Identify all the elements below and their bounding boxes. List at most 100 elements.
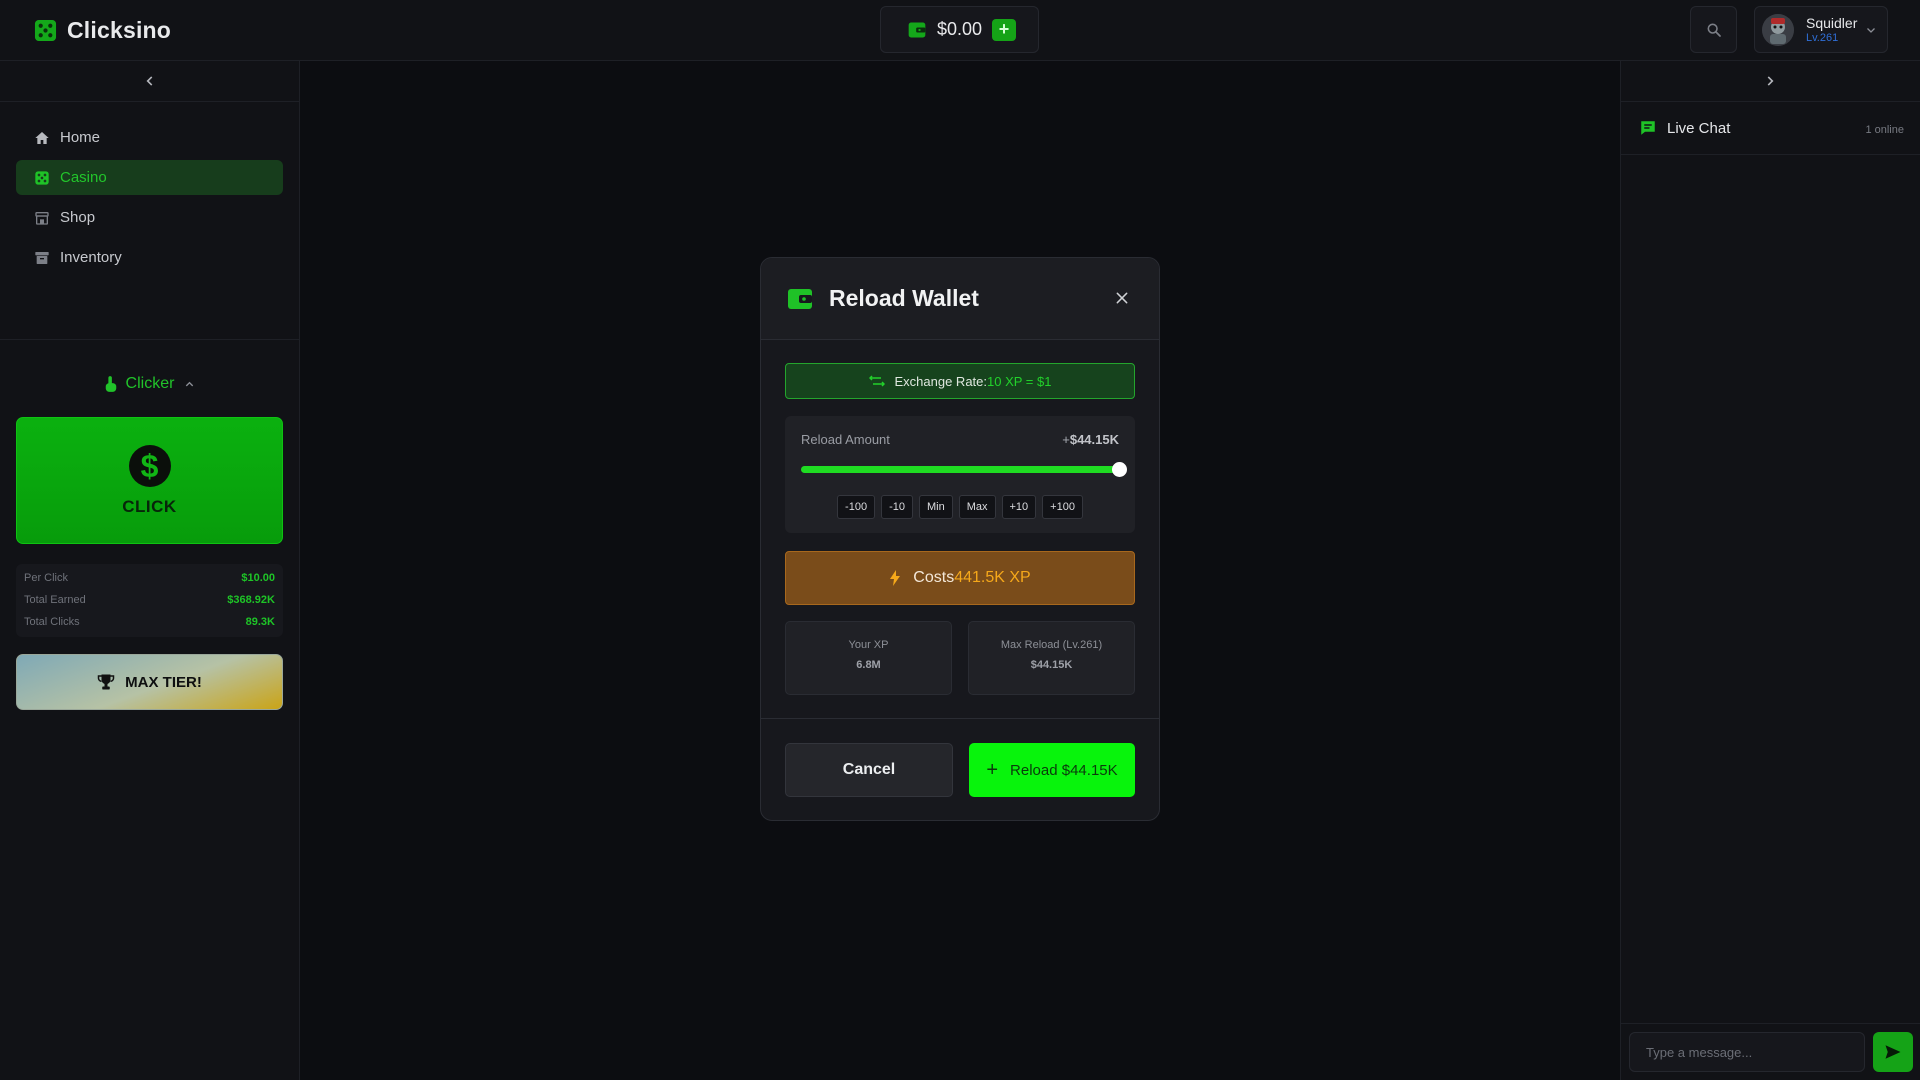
balance-amount: $0.00 [937,19,983,39]
chevron-down-icon [1867,28,1875,33]
sidebar-item-home[interactable]: Home [16,120,283,155]
clicker-stats: Per Click $10.00 Total Earned $368.92K T… [16,564,283,637]
collapse-sidebar-icon[interactable] [143,74,157,88]
send-icon [1885,1045,1901,1059]
collapse-chat-icon[interactable] [1763,74,1777,88]
sidebar-item-casino[interactable]: Casino [16,160,283,195]
clicker-toggle[interactable]: Clicker [0,354,299,414]
chat-collapse-row [1621,61,1920,102]
stat-value: 89.3K [245,616,275,628]
step-min-button[interactable]: Min [918,495,953,519]
chat-panel: Live Chat 1 online [1620,61,1920,1080]
wallet-balance[interactable]: $0.00 + [880,6,1039,53]
max-reload-value: $44.15K [1030,659,1073,671]
home-icon [35,131,49,144]
dice-icon [35,170,49,185]
reload-amount-label: Reload Amount [801,432,890,447]
sidebar-item-label: Casino [60,169,107,186]
sidebar-item-label: Shop [60,209,96,226]
inventory-icon [35,251,49,264]
amount-number: $44.15K [1069,432,1119,447]
sidebar-item-inventory[interactable]: Inventory [16,240,283,275]
exchange-rate-label: Exchange Rate: [894,373,988,389]
slider-fill [801,466,1119,473]
exchange-rate-value: 10 XP = $1 [987,373,1052,389]
modal-header: Reload Wallet [761,258,1159,340]
step-plus-10-button[interactable]: +10 [1001,495,1037,519]
cost-banner: Costs 441.5K XP [785,551,1135,605]
sidebar-collapse-row [0,61,299,102]
max-reload-label: Max Reload (Lv.261) [1000,639,1103,651]
step-max-button[interactable]: Max [958,495,996,519]
stat-label: Total Earned [24,594,86,606]
username: Squidler [1806,14,1858,31]
click-button-label: CLICK [122,496,177,516]
your-xp-label: Your XP [848,639,889,651]
stat-value: $368.92K [227,594,275,606]
wallet-icon [908,22,926,37]
slider-thumb[interactable] [1112,462,1127,477]
dollar-icon: $ [128,444,171,487]
plus-icon: + [986,759,999,781]
avatar [1762,13,1794,46]
reload-wallet-modal: Reload Wallet Exchange Rate: 10 XP = $1 … [760,257,1160,821]
reload-button-label: Reload $44.15K [1010,761,1118,779]
reload-amount-box: Reload Amount +$44.15K -100 -10 Min Max … [785,416,1135,533]
chat-footer [1621,1023,1920,1080]
chat-title: Live Chat [1667,119,1731,137]
sidebar-nav: Home Casino Shop Inventory [0,102,299,340]
modal-title: Reload Wallet [829,285,979,311]
stat-value: $10.00 [241,572,275,584]
your-xp-value: 6.8M [856,659,881,671]
max-tier-button[interactable]: MAX TIER! [16,654,283,710]
step-minus-10-button[interactable]: -10 [881,495,913,519]
chat-message-input[interactable] [1629,1032,1865,1072]
sidebar-item-label: Inventory [60,249,122,266]
search-button[interactable] [1690,6,1737,53]
send-button[interactable] [1873,1032,1913,1072]
reload-amount-value: +$44.15K [1062,432,1119,447]
search-icon [1707,23,1721,37]
top-header: Clicksino $0.00 + Squidler Lv.261 [0,0,1920,61]
user-level: Lv.261 [1806,31,1839,44]
modal-divider [761,718,1159,719]
shop-icon [35,211,49,225]
sidebar-item-label: Home [60,129,101,146]
stat-per-click: Per Click $10.00 [24,572,275,594]
user-menu[interactable]: Squidler Lv.261 [1754,6,1888,53]
amount-step-buttons: -100 -10 Min Max +10 +100 [785,495,1135,519]
step-plus-100-button[interactable]: +100 [1042,495,1083,519]
click-button[interactable]: $ CLICK [16,417,283,544]
max-reload-box: Max Reload (Lv.261) $44.15K [968,621,1135,695]
reload-button[interactable]: + Reload $44.15K [969,743,1135,797]
reload-amount-slider[interactable] [801,462,1127,477]
dice-logo-icon [34,19,57,42]
left-sidebar: Home Casino Shop Inventory Clicker $ CLI… [0,61,300,1080]
exchange-arrows-icon [868,375,885,387]
add-funds-button[interactable]: + [992,18,1017,41]
lightning-icon [890,570,901,586]
amount-prefix: + [1062,432,1070,447]
your-xp-box: Your XP 6.8M [785,621,952,695]
chevron-up-icon [186,381,194,386]
max-tier-label: MAX TIER! [125,673,202,691]
stat-label: Total Clicks [24,616,80,628]
close-icon[interactable] [1115,291,1129,305]
sidebar-item-shop[interactable]: Shop [16,200,283,235]
trophy-icon [97,674,115,690]
stat-label: Per Click [24,572,69,584]
app-name: Clicksino [67,17,172,43]
exchange-rate-banner: Exchange Rate: 10 XP = $1 [785,363,1135,399]
brand[interactable]: Clicksino [34,17,171,44]
online-count: 1 online [1865,124,1904,136]
chat-header: Live Chat 1 online [1621,102,1920,155]
pointer-hand-icon [105,376,116,392]
wallet-icon [788,288,812,309]
stat-total-earned: Total Earned $368.92K [24,594,275,616]
cost-value: 441.5K XP [954,569,1031,586]
cancel-button[interactable]: Cancel [785,743,953,797]
step-minus-100-button[interactable]: -100 [837,495,876,519]
chat-bubble-icon [1641,121,1655,135]
stat-total-clicks: Total Clicks 89.3K [24,616,275,638]
cost-label: Costs [913,569,955,586]
